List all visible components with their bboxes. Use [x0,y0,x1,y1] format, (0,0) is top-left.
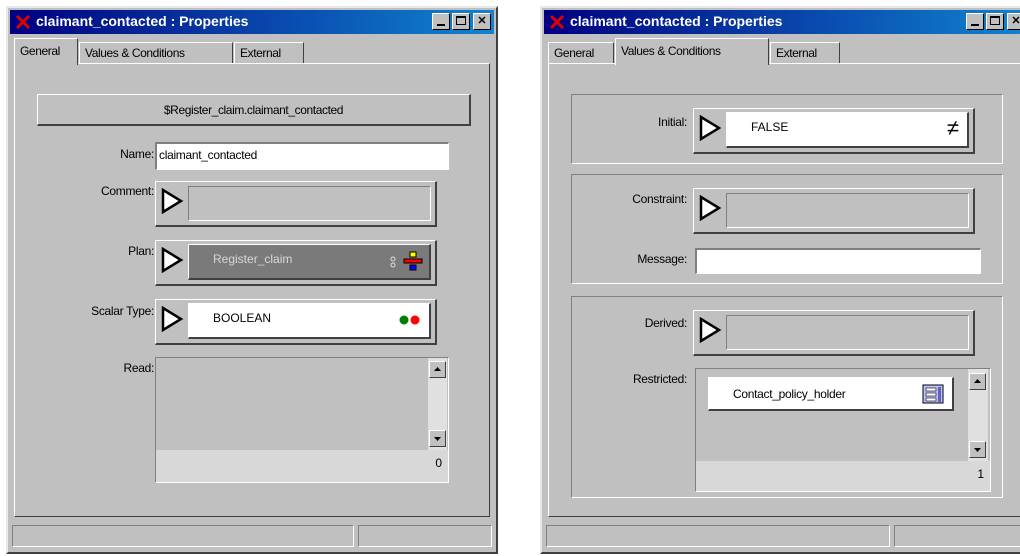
tab-panel-values: Initial: FALSE ≠ Constraint: Message: De… [548,63,1020,517]
minimize-icon [971,24,979,26]
status-cell-side [358,525,492,547]
arrow-down-icon [434,437,441,441]
initial-label: Initial: [658,115,687,129]
name-label: Name: [120,147,154,161]
pointer-arrow-icon[interactable] [698,317,722,343]
derived-field[interactable] [726,315,969,350]
tab-external[interactable]: External [770,42,840,64]
plan-value: Register_claim [213,252,293,266]
restricted-count: 1 [696,461,990,491]
pointer-arrow-icon[interactable] [160,247,184,273]
scalar-type-value: BOOLEAN [213,311,272,325]
plan-chip[interactable]: Register_claim [188,244,431,280]
close-icon: ✕ [1011,15,1020,27]
status-cell-side [894,525,1020,547]
plan-label: Plan: [128,244,154,258]
properties-window-values: claimant_contacted : Properties ✕ Genera… [540,6,1020,554]
derived-label: Derived: [644,316,688,330]
properties-window-general: claimant_contacted : Properties ✕ Genera… [6,6,498,554]
message-label: Message: [637,252,687,266]
restricted-item-label: Contact_policy_holder [733,387,846,401]
derived-slot[interactable] [693,310,975,356]
path-header-text: $Register_claim.claimant_contacted [163,103,344,117]
scalar-type-chip[interactable]: BOOLEAN [188,303,431,339]
scroll-up-button[interactable] [429,361,446,378]
initial-chip[interactable]: FALSE ≠ [726,112,969,148]
tab-values-conditions[interactable]: Values & Conditions [79,42,233,64]
minimize-icon [437,24,445,26]
pointer-arrow-icon[interactable] [160,306,184,332]
status-cell-main [12,525,354,547]
list-box-icon [922,384,944,404]
title-bar[interactable]: claimant_contacted : Properties ✕ [544,10,1020,34]
restricted-label: Restricted: [632,372,687,386]
title-bar[interactable]: claimant_contacted : Properties ✕ [10,10,494,34]
minimize-button[interactable] [432,13,450,30]
window-title: claimant_contacted : Properties [36,13,249,29]
scroll-down-button[interactable] [969,441,986,458]
scroll-down-button[interactable] [429,430,446,447]
tab-external[interactable]: External [234,42,304,64]
arrow-up-icon [974,379,981,383]
tab-values-conditions[interactable]: Values & Conditions [615,38,769,67]
maximize-icon [990,16,1000,25]
comment-slot[interactable] [155,181,437,227]
scroll-up-button[interactable] [969,373,986,390]
constraint-field[interactable] [726,193,969,228]
not-equal-icon: ≠ [946,115,959,140]
constraint-label: Constraint: [632,192,687,206]
restricted-list[interactable]: Contact_policy_holder 1 [695,368,991,492]
app-x-icon [15,14,31,30]
initial-value: FALSE [751,120,789,134]
scalar-type-label: Scalar Type: [91,304,154,318]
initial-slot[interactable]: FALSE ≠ [693,108,975,154]
tab-general[interactable]: General [14,38,78,67]
close-button[interactable]: ✕ [1007,13,1020,30]
pointer-arrow-icon[interactable] [698,195,722,221]
constraint-slot[interactable] [693,188,975,234]
path-header: $Register_claim.claimant_contacted [37,94,471,126]
minimize-button[interactable] [966,13,984,30]
status-bar [10,522,494,550]
status-cell-main [546,525,890,547]
app-x-icon [549,14,565,30]
maximize-icon [456,16,466,25]
plan-marker-icon [390,256,396,268]
arrow-up-icon [434,367,441,371]
green-red-dots-icon [399,315,420,325]
scalar-type-slot[interactable]: BOOLEAN [155,299,437,345]
message-field[interactable] [695,248,981,274]
arrow-down-icon [974,448,981,452]
tab-panel-general: $Register_claim.claimant_contacted Name:… [14,63,490,517]
close-icon: ✕ [477,15,487,27]
restricted-item[interactable]: Contact_policy_holder [708,377,954,411]
name-field-value: claimant_contacted [159,148,257,162]
comment-label: Comment: [101,184,154,198]
read-list[interactable]: 0 [155,357,449,483]
maximize-button[interactable] [452,13,470,30]
read-label: Read: [123,361,154,375]
status-bar [544,522,1020,550]
window-title: claimant_contacted : Properties [570,13,783,29]
read-count: 0 [156,450,448,482]
plan-hierarchy-icon [403,251,423,271]
name-field[interactable]: claimant_contacted [155,142,449,170]
comment-field[interactable] [188,186,431,221]
close-button[interactable]: ✕ [473,13,491,30]
maximize-button[interactable] [986,13,1004,30]
tab-general[interactable]: General [548,42,614,64]
plan-slot[interactable]: Register_claim [155,240,437,286]
pointer-arrow-icon[interactable] [698,115,722,141]
pointer-arrow-icon[interactable] [160,188,184,214]
